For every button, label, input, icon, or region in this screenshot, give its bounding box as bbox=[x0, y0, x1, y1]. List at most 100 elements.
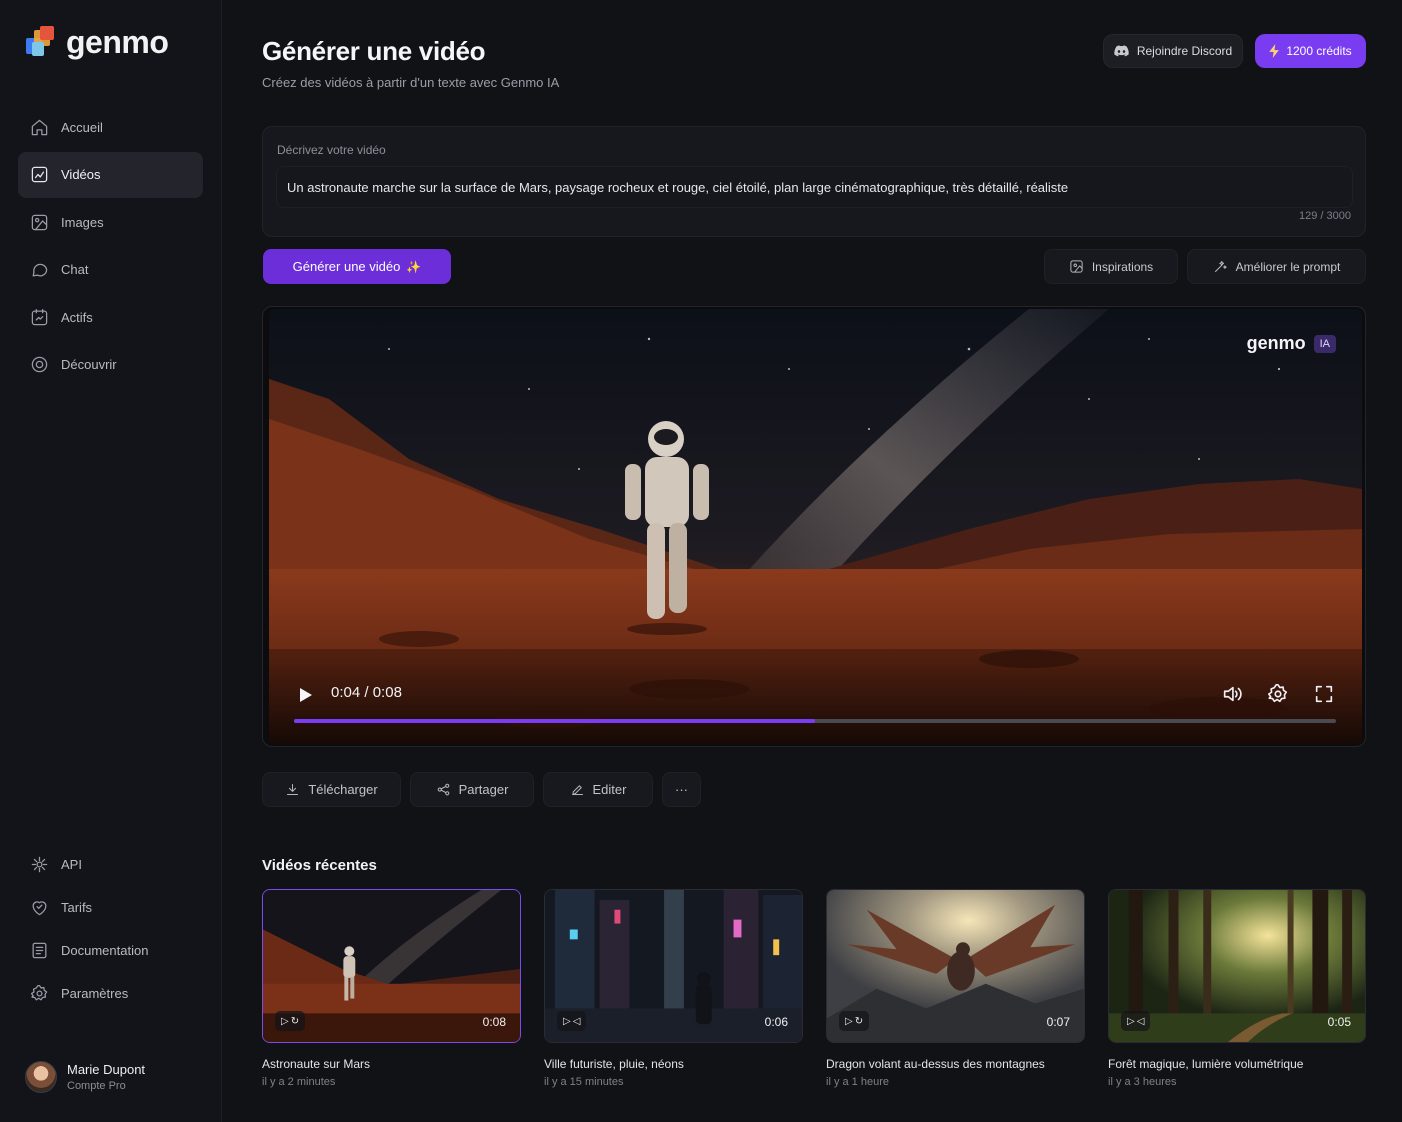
play-icon bbox=[300, 688, 312, 702]
prompt-textarea[interactable]: Un astronaute marche sur la surface de M… bbox=[276, 166, 1353, 208]
sidebar-item-accueil[interactable]: Accueil bbox=[18, 104, 203, 150]
share-button[interactable]: Partager bbox=[410, 772, 534, 807]
gear-icon bbox=[1268, 684, 1288, 703]
sidebar-item-api[interactable]: API bbox=[18, 843, 203, 886]
image-icon bbox=[31, 214, 48, 230]
video-type-badge: ▷ ↻ bbox=[839, 1011, 870, 1031]
sidebar-item-label: Actifs bbox=[61, 309, 93, 325]
thumbnail-duration: 0:06 bbox=[764, 1015, 788, 1029]
thumbnail-duration: 0:07 bbox=[1046, 1015, 1070, 1029]
sidebar-item-label: Paramètres bbox=[61, 986, 129, 1001]
magic-wand-icon bbox=[1214, 261, 1227, 272]
user-profile[interactable]: Marie Dupont Compte Pro bbox=[25, 1061, 145, 1093]
sidebar-item-decouvrir[interactable]: Découvrir bbox=[18, 342, 203, 388]
sidebar-item-label: Documentation bbox=[61, 943, 149, 958]
video-timestamp: il y a 2 minutes bbox=[262, 1076, 336, 1088]
credits-label: 1200 crédits bbox=[1286, 44, 1352, 58]
play-icon: ▷ bbox=[845, 1015, 853, 1027]
sound-icon: ◁ bbox=[572, 1015, 581, 1027]
sidebar-item-chat[interactable]: Chat bbox=[18, 247, 203, 293]
sidebar-item-label: API bbox=[61, 857, 82, 872]
home-icon bbox=[31, 119, 48, 135]
video-frame: genmo IA bbox=[269, 309, 1362, 744]
watermark-badge: IA bbox=[1313, 334, 1336, 353]
sidebar-item-label: Découvrir bbox=[61, 357, 117, 373]
sidebar-item-label: Tarifs bbox=[61, 900, 93, 915]
video-title: Astronaute sur Mars bbox=[262, 1057, 371, 1071]
genmo-watermark: genmo IA bbox=[1247, 333, 1336, 354]
sidebar-item-videos[interactable]: Vidéos bbox=[18, 151, 203, 198]
video-title: Dragon volant au-dessus des montagnes bbox=[826, 1057, 1045, 1071]
play-icon: ▷ bbox=[563, 1015, 571, 1027]
main-nav: Accueil Vidéos Images Chat Actifs Découv… bbox=[18, 104, 203, 390]
sidebar: genmo Accueil Vidéos Images Chat Actifs … bbox=[0, 0, 222, 1122]
video-thumbnail: ▷ ↻ 0:08 bbox=[262, 889, 521, 1043]
user-name: Marie Dupont bbox=[67, 1062, 146, 1077]
page-title: Générer une vidéo bbox=[262, 36, 486, 66]
video-thumbnail: ▷ ↻ 0:07 bbox=[826, 889, 1085, 1043]
video-player[interactable]: genmo IA 0:04 / 0:08 bbox=[262, 306, 1366, 747]
sidebar-item-label: Vidéos bbox=[61, 167, 101, 183]
inspirations-button[interactable]: Inspirations bbox=[1044, 249, 1178, 284]
prompt-label: Décrivez votre vidéo bbox=[277, 143, 386, 157]
video-type-badge: ▷ ◁ bbox=[557, 1011, 587, 1031]
play-button[interactable] bbox=[295, 685, 315, 705]
more-options-button[interactable]: ··· bbox=[662, 772, 701, 807]
time-display: 0:04 / 0:08 bbox=[331, 684, 402, 701]
recent-video-card[interactable]: ▷ ◁ 0:05 Forêt magique, lumière volumétri… bbox=[1108, 889, 1366, 1088]
pricing-icon bbox=[32, 901, 47, 916]
generate-video-button[interactable]: Générer une vidéo ✨ bbox=[263, 249, 451, 284]
avatar bbox=[25, 1061, 57, 1093]
video-settings-button[interactable] bbox=[1267, 683, 1289, 705]
fullscreen-button[interactable] bbox=[1313, 683, 1335, 705]
page-subtitle: Créez des vidéos à partir d'un texte ave… bbox=[262, 75, 560, 90]
more-icon: ··· bbox=[675, 782, 688, 797]
video-title: Forêt magique, lumière volumétrique bbox=[1108, 1057, 1304, 1071]
video-type-badge: ▷ ◁ bbox=[1121, 1011, 1151, 1031]
sidebar-item-images[interactable]: Images bbox=[18, 199, 203, 245]
time-separator: / bbox=[364, 684, 369, 701]
edit-button[interactable]: Editer bbox=[543, 772, 653, 807]
credits-button[interactable]: 1200 crédits bbox=[1255, 34, 1366, 68]
sidebar-item-documentation[interactable]: Documentation bbox=[18, 929, 203, 972]
video-title: Ville futuriste, pluie, néons bbox=[544, 1057, 684, 1071]
sidebar-item-actifs[interactable]: Actifs bbox=[18, 294, 203, 340]
loop-icon: ↻ bbox=[290, 1015, 300, 1027]
join-discord-button[interactable]: Rejoindre Discord bbox=[1103, 34, 1243, 68]
sidebar-item-label: Chat bbox=[61, 262, 89, 278]
lightning-icon bbox=[1269, 44, 1280, 58]
genmo-logo-icon bbox=[26, 25, 58, 60]
play-icon: ▷ bbox=[281, 1015, 289, 1027]
play-icon: ▷ bbox=[1127, 1015, 1135, 1027]
share-label: Partager bbox=[458, 782, 509, 797]
recent-video-card[interactable]: ▷ ↻ 0:08 Astronaute sur Mars il y a 2 min… bbox=[262, 889, 521, 1088]
thumbnail-duration: 0:08 bbox=[482, 1015, 506, 1029]
recent-video-card[interactable]: ▷ ◁ 0:06 Ville futuriste, pluie, néons il… bbox=[544, 889, 803, 1088]
video-duration: 0:08 bbox=[372, 684, 402, 701]
edit-icon bbox=[571, 785, 583, 795]
watermark-text: genmo bbox=[1246, 333, 1306, 353]
recent-video-card[interactable]: ▷ ↻ 0:07 Dragon volant au-dessus des mont… bbox=[826, 889, 1085, 1088]
video-timestamp: il y a 3 heures bbox=[1108, 1076, 1177, 1088]
secondary-nav: API Tarifs Documentation Paramètres bbox=[18, 843, 203, 1015]
improve-prompt-button[interactable]: Améliorer le prompt bbox=[1187, 249, 1366, 284]
api-icon bbox=[31, 856, 48, 873]
download-button[interactable]: Télécharger bbox=[262, 772, 401, 807]
download-icon bbox=[287, 784, 299, 795]
share-icon bbox=[437, 783, 449, 796]
video-type-badge: ▷ ↻ bbox=[275, 1011, 306, 1031]
video-progress-bar[interactable] bbox=[294, 719, 1336, 723]
inspirations-label: Inspirations bbox=[1091, 259, 1154, 274]
video-timestamp: il y a 15 minutes bbox=[544, 1076, 624, 1088]
assets-icon bbox=[31, 308, 48, 326]
video-thumbnail: ▷ ◁ 0:05 bbox=[1108, 889, 1366, 1043]
chat-icon bbox=[32, 264, 48, 277]
sidebar-item-parametres[interactable]: Paramètres bbox=[18, 972, 203, 1015]
logo[interactable]: genmo bbox=[26, 24, 169, 61]
sound-icon: ◁ bbox=[1136, 1015, 1145, 1027]
video-thumbnail: ▷ ◁ 0:06 bbox=[544, 889, 803, 1043]
mars-astronaut-scene bbox=[269, 309, 1362, 744]
volume-button[interactable] bbox=[1221, 683, 1243, 705]
sidebar-item-tarifs[interactable]: Tarifs bbox=[18, 886, 203, 929]
sidebar-item-label: Images bbox=[61, 214, 104, 230]
